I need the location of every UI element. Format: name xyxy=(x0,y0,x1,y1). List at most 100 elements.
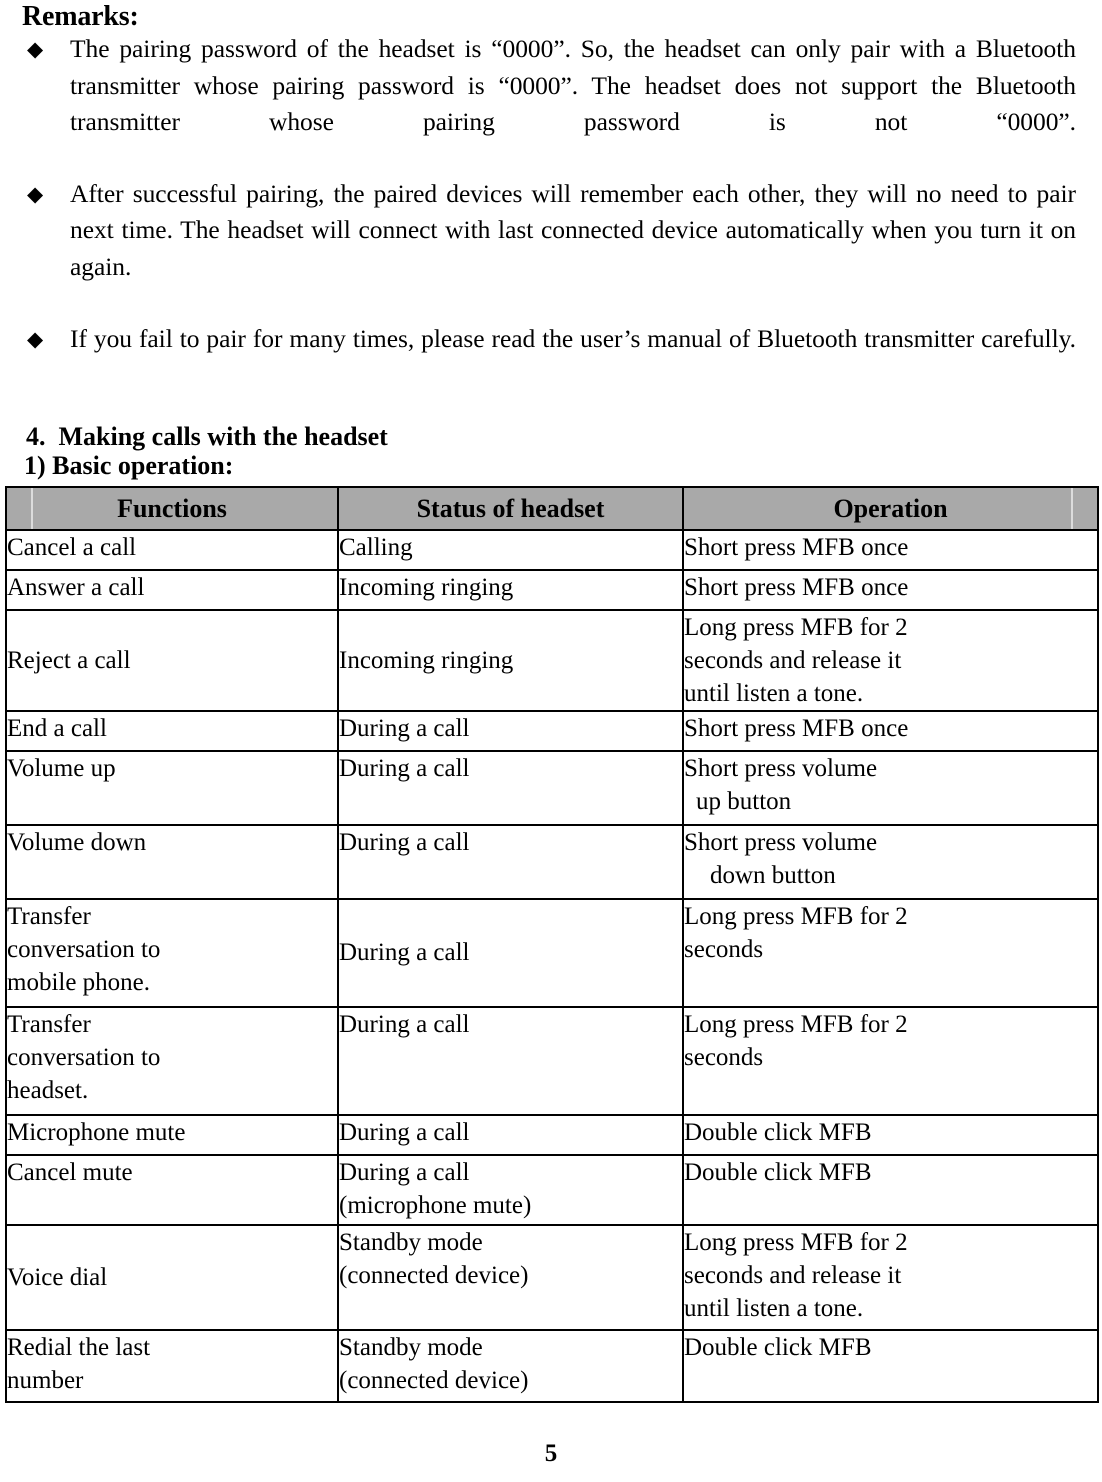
cell-operation: Short press volume up button xyxy=(682,749,1099,826)
list-item-text: If you fail to pair for many times, plea… xyxy=(70,324,1076,354)
cell-function: Transfer conversation to headset. xyxy=(5,1005,339,1116)
cell-line: Short press MFB once xyxy=(684,573,909,601)
cell-function: Cancel a call xyxy=(5,528,339,571)
cell-operation: Short press MFB once xyxy=(682,528,1099,571)
cell-function: End a call xyxy=(5,709,339,752)
cell-line: (connected device) xyxy=(339,1366,529,1394)
cell-line: Long press MFB for 2 xyxy=(684,613,908,641)
cell-line: conversation to xyxy=(7,935,161,963)
diamond-bullet-icon: ◆ xyxy=(27,182,44,207)
cell-function: Cancel mute xyxy=(5,1153,339,1226)
table-row: Transfer conversation to mobile phone. D… xyxy=(5,897,1099,1008)
cell-line: seconds xyxy=(684,935,764,963)
cell-operation: Short press MFB once xyxy=(682,568,1099,611)
cell-line: up button xyxy=(696,787,792,815)
cell-operation: Long press MFB for 2 seconds xyxy=(682,1005,1099,1116)
list-item: ◆ The pairing password of the headset is… xyxy=(0,31,1076,176)
cell-line: (connected device) xyxy=(339,1261,529,1289)
operations-table-wrapper: Functions Status of headset Operation Ca… xyxy=(0,485,1102,1403)
cell-function: Volume down xyxy=(5,823,339,900)
cell-line: Short press MFB once xyxy=(684,533,909,561)
cell-function: Voice dial xyxy=(5,1223,339,1331)
cell-operation: Long press MFB for 2 seconds and release… xyxy=(682,608,1099,712)
cell-line: seconds xyxy=(684,1043,764,1071)
cell-operation: Double click MFB xyxy=(682,1153,1099,1226)
list-item: ◆ If you fail to pair for many times, pl… xyxy=(0,321,1076,393)
cell-status: During a call xyxy=(337,749,684,826)
table-row: Microphone mute During a call Double cli… xyxy=(5,1113,1099,1156)
document-page: Remarks: ◆ The pairing password of the h… xyxy=(0,0,1102,1482)
cell-status: Incoming ringing xyxy=(337,568,684,611)
cell-status: During a call (microphone mute) xyxy=(337,1153,684,1226)
cell-function: Microphone mute xyxy=(5,1113,339,1156)
cell-line: headset. xyxy=(7,1076,89,1104)
cell-line: Standby mode xyxy=(339,1333,483,1361)
cell-line: Short press volume xyxy=(684,754,878,782)
column-header-functions: Functions xyxy=(5,485,339,531)
cell-line: Double click MFB xyxy=(684,1158,872,1186)
diamond-bullet-icon: ◆ xyxy=(27,327,44,352)
cell-line: During a call xyxy=(339,1158,470,1186)
cell-line: Double click MFB xyxy=(684,1333,872,1361)
column-header-operation: Operation xyxy=(682,485,1099,531)
cell-line: Transfer xyxy=(7,902,91,930)
cell-status: Standby mode (connected device) xyxy=(337,1328,684,1403)
cell-operation: Double click MFB xyxy=(682,1113,1099,1156)
cell-line: seconds and release it xyxy=(684,1261,902,1289)
cell-line: Long press MFB for 2 xyxy=(684,902,908,930)
cell-line: Short press MFB once xyxy=(684,714,909,742)
diamond-bullet-icon: ◆ xyxy=(27,37,44,62)
cell-line: down button xyxy=(710,861,836,889)
cell-operation: Long press MFB for 2 seconds xyxy=(682,897,1099,1008)
cell-status: Standby mode (connected device) xyxy=(337,1223,684,1331)
cell-function: Redial the last number xyxy=(5,1328,339,1403)
table-row: Answer a call Incoming ringing Short pre… xyxy=(5,568,1099,611)
table-row: Cancel mute During a call (microphone mu… xyxy=(5,1153,1099,1226)
cell-operation: Short press MFB once xyxy=(682,709,1099,752)
list-item-text: The pairing password of the headset is “… xyxy=(70,34,1076,136)
cell-function: Transfer conversation to mobile phone. xyxy=(5,897,339,1008)
cell-status: During a call xyxy=(337,709,684,752)
column-header-status: Status of headset xyxy=(337,485,684,531)
cell-line: seconds and release it xyxy=(684,646,902,674)
list-item: ◆ After successful pairing, the paired d… xyxy=(0,176,1076,321)
sub-heading: 1) Basic operation: xyxy=(24,451,234,481)
table-row: Cancel a call Calling Short press MFB on… xyxy=(5,528,1099,571)
cell-status: Incoming ringing xyxy=(337,608,684,712)
cell-line: mobile phone. xyxy=(7,968,151,996)
table-row: Volume down During a call Short press vo… xyxy=(5,823,1099,900)
cell-line: (microphone mute) xyxy=(339,1191,532,1219)
cell-function: Answer a call xyxy=(5,568,339,611)
cell-line: Short press volume xyxy=(684,828,878,856)
remarks-heading: Remarks: xyxy=(22,1,139,32)
cell-function: Reject a call xyxy=(5,608,339,712)
table-row: Voice dial Standby mode (connected devic… xyxy=(5,1223,1099,1331)
cell-line: Redial the last xyxy=(7,1333,151,1361)
cell-line: until listen a tone. xyxy=(684,1294,864,1322)
section-heading: 4. Making calls with the headset xyxy=(26,422,388,452)
cell-line: number xyxy=(7,1366,84,1394)
cell-status: During a call xyxy=(337,823,684,900)
cell-status: During a call xyxy=(337,897,684,1008)
cell-line: until listen a tone. xyxy=(684,679,864,707)
operations-table: Functions Status of headset Operation Ca… xyxy=(5,485,1099,1403)
table-row: Redial the last number Standby mode (con… xyxy=(5,1328,1099,1403)
table-row: Reject a call Incoming ringing Long pres… xyxy=(5,608,1099,712)
cell-line: Standby mode xyxy=(339,1228,483,1256)
cell-operation: Short press volume down button xyxy=(682,823,1099,900)
table-row: Volume up During a call Short press volu… xyxy=(5,749,1099,826)
cell-status: During a call xyxy=(337,1005,684,1116)
cell-status: During a call xyxy=(337,1113,684,1156)
page-number: 5 xyxy=(544,1440,558,1467)
table-row: Transfer conversation to headset. During… xyxy=(5,1005,1099,1116)
table-row: End a call During a call Short press MFB… xyxy=(5,709,1099,752)
remarks-list: ◆ The pairing password of the headset is… xyxy=(0,31,1102,393)
table-header-row: Functions Status of headset Operation xyxy=(5,485,1099,531)
cell-function: Volume up xyxy=(5,749,339,826)
cell-operation: Long press MFB for 2 seconds and release… xyxy=(682,1223,1099,1331)
cell-line: Double click MFB xyxy=(684,1118,872,1146)
cell-line: Long press MFB for 2 xyxy=(684,1228,908,1256)
cell-status: Calling xyxy=(337,528,684,571)
cell-line: Transfer xyxy=(7,1010,91,1038)
